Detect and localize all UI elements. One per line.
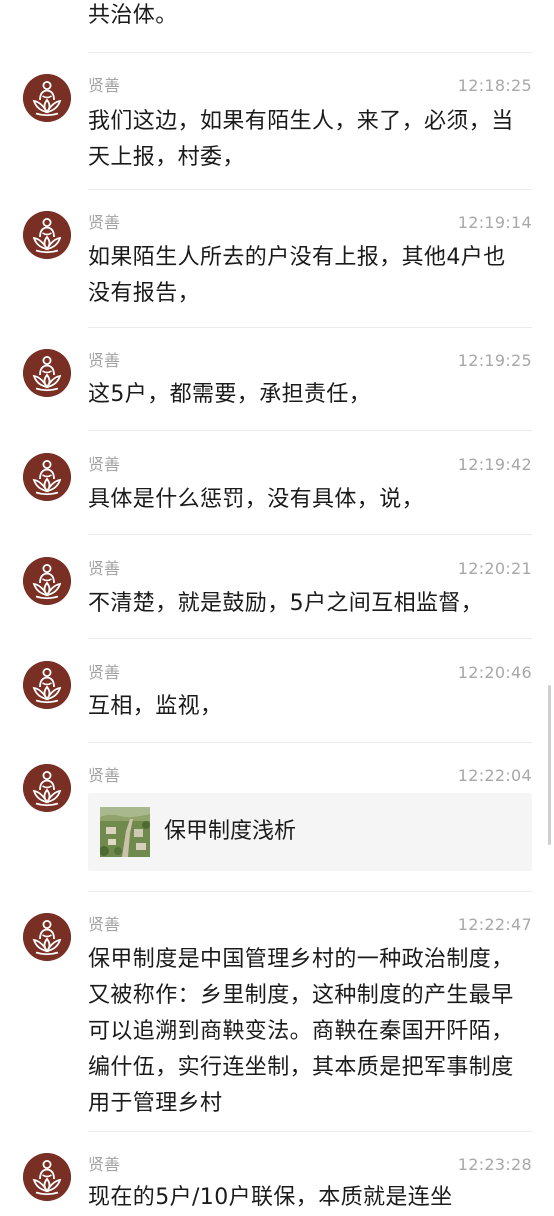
message-time: 12:23:28 [457,1155,532,1174]
message-time: 12:22:04 [457,766,532,785]
avatar[interactable] [23,661,71,709]
avatar[interactable] [23,1153,71,1201]
sender-name: 贤善 [88,455,121,474]
avatar[interactable] [23,349,71,397]
link-title: 保甲制度浅析 [164,819,297,844]
message-time: 12:18:25 [457,76,532,95]
message-divider [88,891,532,892]
lotus-buddha-logo-icon [23,1153,71,1201]
sender-name: 贤善 [88,351,121,370]
sender-name: 贤善 [88,915,121,934]
message-text[interactable]: 我们这边，如果有陌生人，来了，必须，当天上报，村委， [88,104,518,176]
lotus-buddha-logo-icon [23,74,71,122]
sender-name: 贤善 [88,766,121,785]
sender-name: 贤善 [88,559,121,578]
avatar[interactable] [23,913,71,961]
avatar[interactable] [23,453,71,501]
avatar[interactable] [23,74,71,122]
sender-name: 贤善 [88,1155,121,1174]
message-divider [88,1131,532,1132]
avatar[interactable] [23,764,71,812]
message-text[interactable]: 保甲制度是中国管理乡村的一种政治制度，又被称作：乡里制度，这种制度的产生最早可以… [88,942,518,1122]
sender-name: 贤善 [88,76,121,95]
shared-link-card[interactable]: 保甲制度浅析 [88,793,532,871]
message-time: 12:20:46 [457,663,532,682]
message-divider [88,638,532,639]
lotus-buddha-logo-icon [23,764,71,812]
message-text[interactable]: 这5户，都需要，承担责任， [88,377,518,413]
scrollbar-thumb[interactable] [548,685,551,845]
sender-name: 贤善 [88,213,121,232]
message-text[interactable]: 不清楚，就是鼓励，5户之间互相监督， [88,586,518,622]
message-text[interactable]: 具体是什么惩罚，没有具体，说， [88,482,518,518]
village-aerial-photo-icon [100,807,150,857]
sender-name: 贤善 [88,663,121,682]
lotus-buddha-logo-icon [23,453,71,501]
message-divider [88,430,532,431]
lotus-buddha-logo-icon [23,557,71,605]
message-divider [88,742,532,743]
message-time: 12:20:21 [457,559,532,578]
message-time: 12:22:47 [457,915,532,934]
message-divider [88,189,532,190]
avatar[interactable] [23,211,71,259]
message-text: 共治体。 [88,3,178,28]
message-text[interactable]: 现在的5户/10户联保，本质就是连坐 [88,1180,548,1216]
message-divider [88,327,532,328]
avatar[interactable] [23,557,71,605]
message-time: 12:19:25 [457,351,532,370]
message-text[interactable]: 如果陌生人所去的户没有上报，其他4户也没有报告， [88,240,518,312]
lotus-buddha-logo-icon [23,349,71,397]
lotus-buddha-logo-icon [23,661,71,709]
message-time: 12:19:42 [457,455,532,474]
lotus-buddha-logo-icon [23,913,71,961]
message-text[interactable]: 互相，监视， [88,689,518,725]
lotus-buddha-logo-icon [23,211,71,259]
message-divider [88,534,532,535]
message-time: 12:19:14 [457,213,532,232]
chat-message-list[interactable]: 共治体。 贤善 12:18:25 我们这边，如果有陌生人，来了，必须，当天上报，… [0,0,554,1210]
message-divider [88,52,532,53]
